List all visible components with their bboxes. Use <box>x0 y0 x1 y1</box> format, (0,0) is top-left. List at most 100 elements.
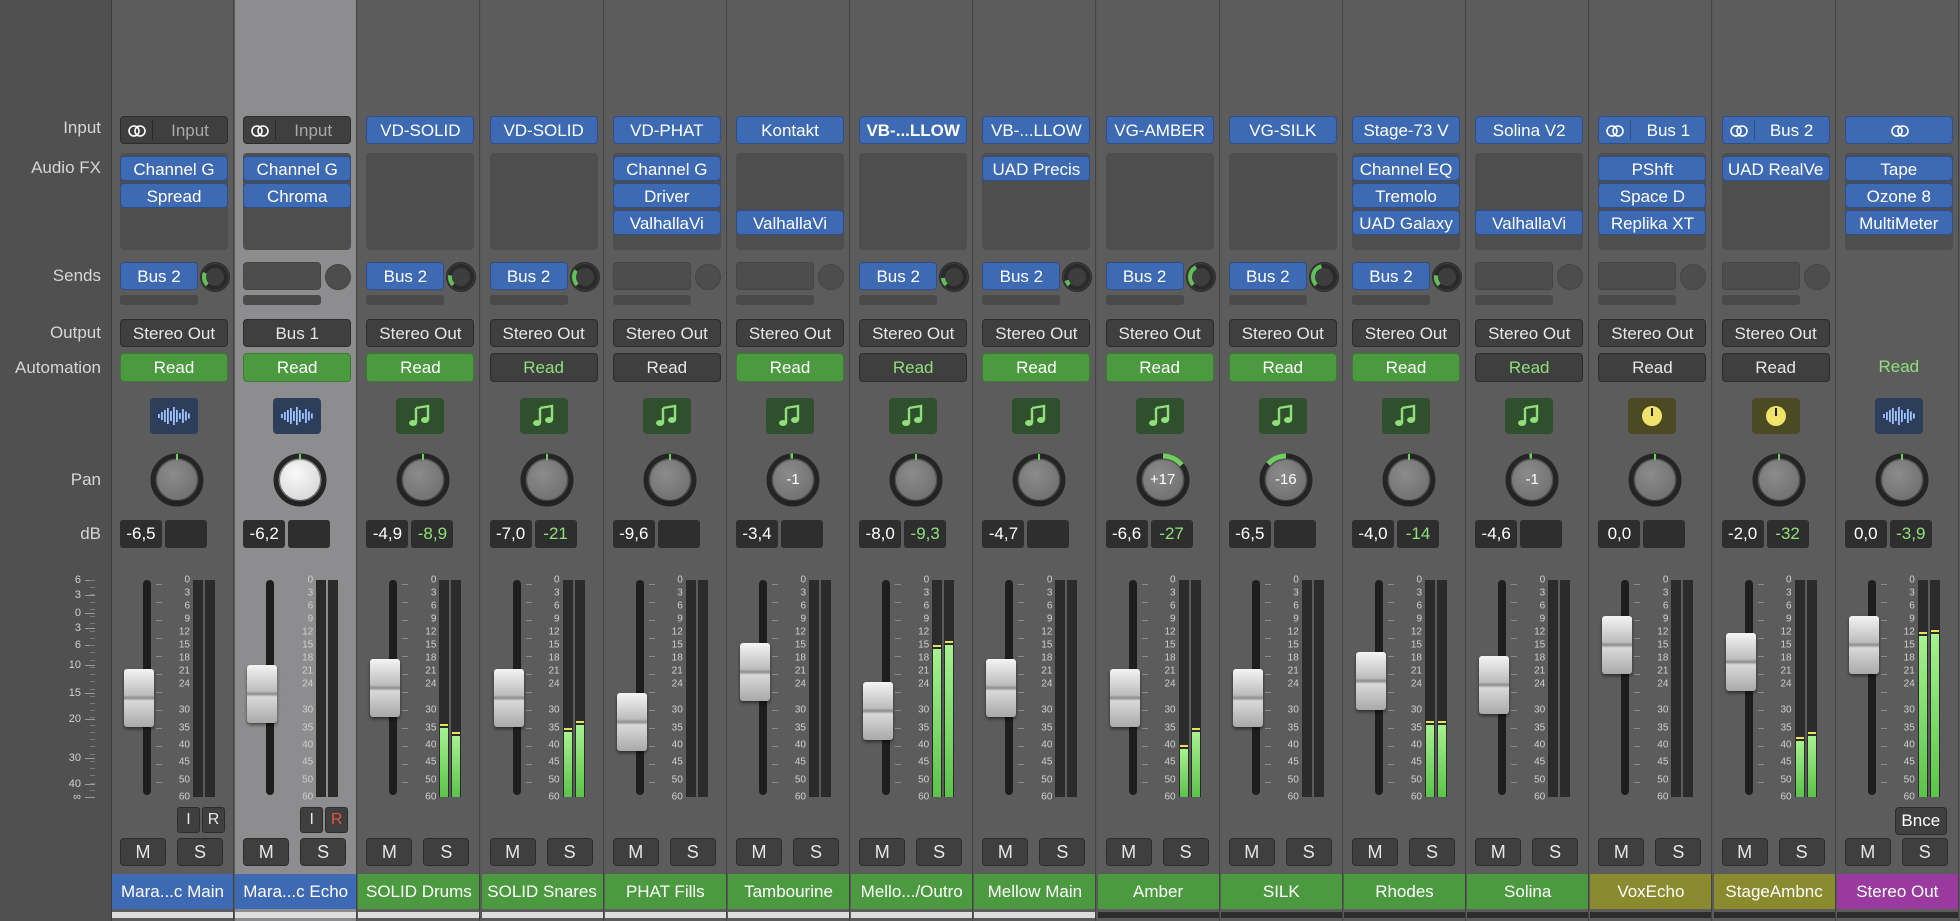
solo-button[interactable]: S <box>546 838 593 866</box>
aux-knob-icon[interactable] <box>1628 398 1677 434</box>
send-level-knob[interactable] <box>1062 262 1093 292</box>
record-enable-button[interactable]: R <box>325 807 349 833</box>
solo-button[interactable]: S <box>669 838 716 866</box>
send-slot-empty[interactable] <box>612 262 691 290</box>
automation-mode-button[interactable]: Read <box>1721 353 1830 382</box>
track-name[interactable]: Mara...c Main <box>112 874 233 909</box>
mute-button[interactable]: M <box>1475 838 1522 866</box>
pan-knob[interactable] <box>1012 453 1066 507</box>
output-slot[interactable]: Bus 1 <box>243 319 352 347</box>
peak-db-display[interactable]: -32 <box>1766 520 1809 548</box>
pan-knob[interactable]: +17 <box>1136 453 1190 507</box>
peak-db-display[interactable] <box>1520 520 1563 548</box>
mute-button[interactable]: M <box>366 838 413 866</box>
volume-fader[interactable] <box>1356 652 1386 711</box>
solo-button[interactable]: S <box>177 838 223 866</box>
automation-mode-button[interactable]: Read <box>1352 353 1460 382</box>
input-slot[interactable]: Bus 2 <box>1721 116 1830 144</box>
send-level-knob[interactable] <box>446 262 477 292</box>
peak-db-display[interactable]: -14 <box>1397 520 1439 548</box>
volume-db-display[interactable]: -4,9 <box>366 520 409 548</box>
volume-fader[interactable] <box>493 669 524 728</box>
audio-fx-slot[interactable]: ValhallaVi <box>612 210 721 235</box>
send-level-knob[interactable] <box>200 262 230 292</box>
music-note-icon[interactable] <box>1258 398 1307 434</box>
input-monitor-button[interactable]: I <box>177 807 200 833</box>
send-slot[interactable]: Bus 2 <box>489 262 568 290</box>
audio-fx-slot[interactable]: Chroma <box>243 183 352 208</box>
mute-button[interactable]: M <box>120 838 166 866</box>
automation-mode-button[interactable]: Read <box>736 353 844 382</box>
pan-knob[interactable] <box>1628 453 1682 507</box>
send-level-knob[interactable] <box>569 262 600 292</box>
bounce-button[interactable]: Bnce <box>1894 807 1947 835</box>
volume-db-display[interactable]: -6,2 <box>243 520 286 548</box>
volume-db-display[interactable]: -4,7 <box>982 520 1025 548</box>
track-name[interactable]: Solina <box>1467 874 1589 909</box>
audio-fx-slot[interactable]: UAD Galaxy <box>1352 210 1460 235</box>
mute-button[interactable]: M <box>982 838 1029 866</box>
input-monitor-button[interactable]: I <box>300 807 324 833</box>
solo-button[interactable]: S <box>300 838 347 866</box>
track-name[interactable]: StageAmbnc <box>1713 874 1835 909</box>
solo-button[interactable]: S <box>1655 838 1702 866</box>
solo-button[interactable]: S <box>1901 838 1948 866</box>
track-name[interactable]: SILK <box>1220 874 1342 909</box>
pan-knob[interactable] <box>396 453 450 507</box>
volume-fader[interactable] <box>1109 669 1140 728</box>
solo-button[interactable]: S <box>916 838 963 866</box>
automation-mode-button[interactable]: Read <box>859 353 968 382</box>
volume-fader[interactable] <box>616 692 647 751</box>
audio-fx-well[interactable] <box>1105 153 1214 250</box>
automation-mode-button[interactable]: Read <box>1475 353 1584 382</box>
solo-button[interactable]: S <box>1778 838 1825 866</box>
audio-fx-slot[interactable]: UAD RealVe <box>1721 156 1830 181</box>
output-slot[interactable]: Stereo Out <box>612 319 721 347</box>
send-slot[interactable]: Bus 2 <box>859 262 938 290</box>
send-slot[interactable]: Bus 2 <box>1352 262 1430 290</box>
aux-knob-icon[interactable] <box>1751 398 1800 434</box>
volume-db-display[interactable]: -6,6 <box>1105 520 1148 548</box>
output-slot[interactable]: Stereo Out <box>120 319 228 347</box>
music-note-icon[interactable] <box>889 398 938 434</box>
track-name[interactable]: SOLID Snares <box>481 874 603 909</box>
track-name[interactable]: Rhodes <box>1344 874 1465 909</box>
mute-button[interactable]: M <box>489 838 536 866</box>
send-level-knob[interactable] <box>939 262 970 292</box>
volume-fader[interactable] <box>370 658 401 717</box>
output-slot[interactable]: Stereo Out <box>736 319 844 347</box>
mute-button[interactable]: M <box>859 838 906 866</box>
input-slot[interactable]: Solina V2 <box>1475 116 1584 144</box>
send-level-knob[interactable] <box>1185 262 1216 292</box>
mute-button[interactable]: M <box>1228 838 1275 866</box>
send-level-knob[interactable] <box>325 264 352 290</box>
music-note-icon[interactable] <box>766 398 814 434</box>
output-slot[interactable]: Stereo Out <box>1721 319 1830 347</box>
audio-fx-slot[interactable]: Spread <box>120 183 228 208</box>
output-slot[interactable]: Stereo Out <box>1352 319 1460 347</box>
input-slot[interactable]: Stage-73 V <box>1352 116 1460 144</box>
output-slot[interactable]: Stereo Out <box>366 319 475 347</box>
send-slot[interactable]: Bus 2 <box>1228 262 1307 290</box>
peak-db-display[interactable]: -21 <box>534 520 577 548</box>
pan-knob[interactable] <box>520 453 574 507</box>
send-slot-empty[interactable] <box>1475 262 1554 290</box>
track-name[interactable]: PHAT Fills <box>604 874 726 909</box>
automation-mode-button[interactable]: Read <box>243 353 352 382</box>
mute-button[interactable]: M <box>1352 838 1398 866</box>
track-name[interactable]: VoxEcho <box>1590 874 1712 909</box>
input-slot[interactable]: Input <box>243 116 352 144</box>
send-slot[interactable]: Bus 2 <box>366 262 445 290</box>
audio-waveform-icon[interactable] <box>273 398 322 434</box>
mute-button[interactable]: M <box>243 838 290 866</box>
peak-db-display[interactable] <box>1027 520 1070 548</box>
peak-db-display[interactable] <box>657 520 700 548</box>
output-slot[interactable]: Stereo Out <box>1598 319 1707 347</box>
music-note-icon[interactable] <box>519 398 568 434</box>
solo-button[interactable]: S <box>1162 838 1209 866</box>
input-slot[interactable]: VG-AMBER <box>1105 116 1214 144</box>
solo-button[interactable]: S <box>1285 838 1332 866</box>
input-slot[interactable]: VD-PHAT <box>612 116 721 144</box>
input-slot[interactable]: VG-SILK <box>1228 116 1337 144</box>
audio-fx-slot[interactable]: Channel G <box>612 156 721 181</box>
